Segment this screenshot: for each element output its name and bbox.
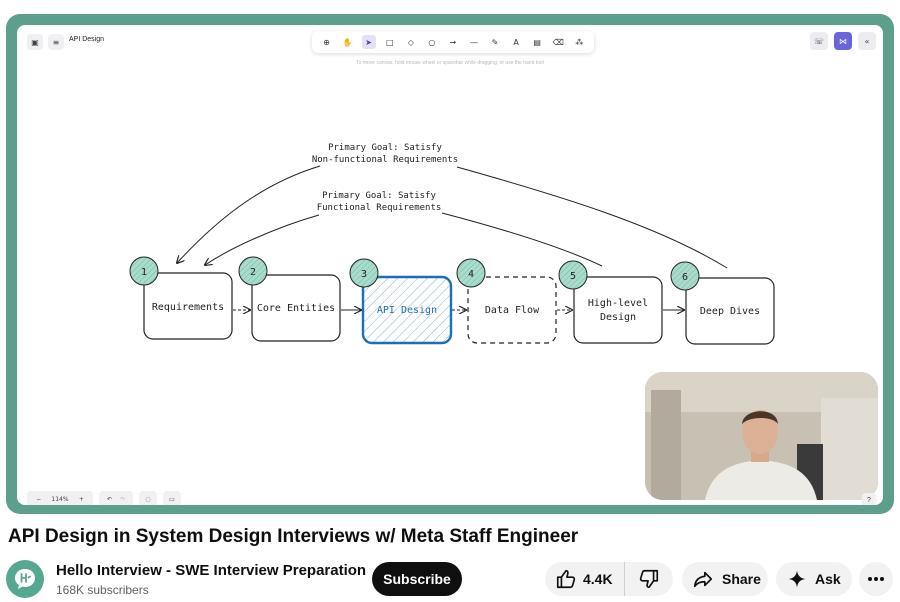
- video-player[interactable]: ▣ ≡ API Design ⊕ ✋ ➤ □ ◇ ○ → — ✎ A ▤ ⌫ ⁂…: [6, 14, 894, 514]
- step-box-high-level-design: [573, 276, 663, 344]
- step-badge-3: 3: [349, 258, 379, 288]
- zoom-out-icon[interactable]: −: [36, 496, 41, 503]
- help-icon[interactable]: ?: [862, 493, 876, 505]
- channel-name[interactable]: Hello Interview - SWE Interview Preparat…: [56, 562, 366, 579]
- svg-text:2: 2: [250, 267, 256, 278]
- subscriber-count: 168K subscribers: [56, 583, 149, 597]
- goal-functional-line2: Functional Requirements: [317, 203, 442, 213]
- thumbs-down-icon: [639, 569, 659, 589]
- redo-icon[interactable]: ↷: [120, 496, 125, 503]
- step-badge-2: 2: [238, 256, 268, 286]
- step-label-line2: Design: [600, 312, 636, 323]
- ask-label: Ask: [815, 571, 841, 587]
- share-label: Share: [722, 571, 761, 587]
- more-actions-button[interactable]: [859, 562, 893, 596]
- channel-avatar[interactable]: [6, 560, 44, 598]
- video-title: API Design in System Design Interviews w…: [8, 526, 579, 547]
- like-button[interactable]: 4.4K: [545, 562, 625, 596]
- dislike-button[interactable]: [625, 562, 673, 596]
- zoom-control: − 114% +: [27, 491, 93, 505]
- goal-functional-line1: Primary Goal: Satisfy: [322, 191, 436, 201]
- comment-icon[interactable]: ◌: [139, 491, 157, 505]
- more-icon: [868, 577, 884, 581]
- undo-icon[interactable]: ↶: [107, 496, 112, 503]
- step-label: Deep Dives: [700, 306, 760, 317]
- svg-text:5: 5: [570, 271, 576, 282]
- goal-nonfunctional-line1: Primary Goal: Satisfy: [328, 143, 442, 153]
- step-badge-5: 5: [558, 260, 588, 290]
- share-button[interactable]: Share: [682, 562, 768, 596]
- subscribe-button[interactable]: Subscribe: [372, 562, 462, 596]
- svg-text:6: 6: [682, 272, 688, 283]
- thumbs-up-icon: [556, 569, 576, 589]
- svg-text:4: 4: [468, 269, 474, 280]
- step-badge-1: 1: [129, 256, 159, 286]
- zoom-level[interactable]: 114%: [51, 496, 68, 503]
- functional-arrow-right: [441, 212, 603, 267]
- history-control: ↶ ↷: [99, 491, 133, 505]
- functional-arrow-left: [205, 214, 320, 265]
- zoom-in-icon[interactable]: +: [79, 496, 84, 503]
- notes-icon[interactable]: ▭: [163, 491, 181, 505]
- sparkle-icon: [788, 570, 806, 588]
- share-arrow-icon: [693, 571, 713, 588]
- like-count: 4.4K: [583, 571, 613, 587]
- presenter-image: [645, 372, 878, 500]
- webcam-feed: [645, 372, 878, 500]
- step-label: API Design: [377, 305, 437, 316]
- ask-button[interactable]: Ask: [776, 562, 852, 596]
- step-label: High-level: [588, 298, 648, 309]
- nonfunctional-arrow-left: [177, 165, 321, 263]
- nonfunctional-arrow-right: [456, 166, 728, 269]
- step-badge-4: 4: [456, 258, 486, 288]
- step-label: Data Flow: [485, 305, 540, 316]
- goal-nonfunctional-line2: Non-functional Requirements: [312, 155, 458, 165]
- svg-text:1: 1: [141, 267, 147, 278]
- channel-logo-icon: [15, 569, 35, 589]
- whiteboard-canvas[interactable]: ▣ ≡ API Design ⊕ ✋ ➤ □ ◇ ○ → — ✎ A ▤ ⌫ ⁂…: [17, 25, 883, 505]
- svg-text:3: 3: [361, 269, 367, 280]
- step-label: Requirements: [152, 302, 224, 313]
- step-badge-6: 6: [670, 261, 700, 291]
- like-dislike-group: 4.4K: [545, 562, 673, 596]
- step-label: Core Entities: [257, 303, 335, 314]
